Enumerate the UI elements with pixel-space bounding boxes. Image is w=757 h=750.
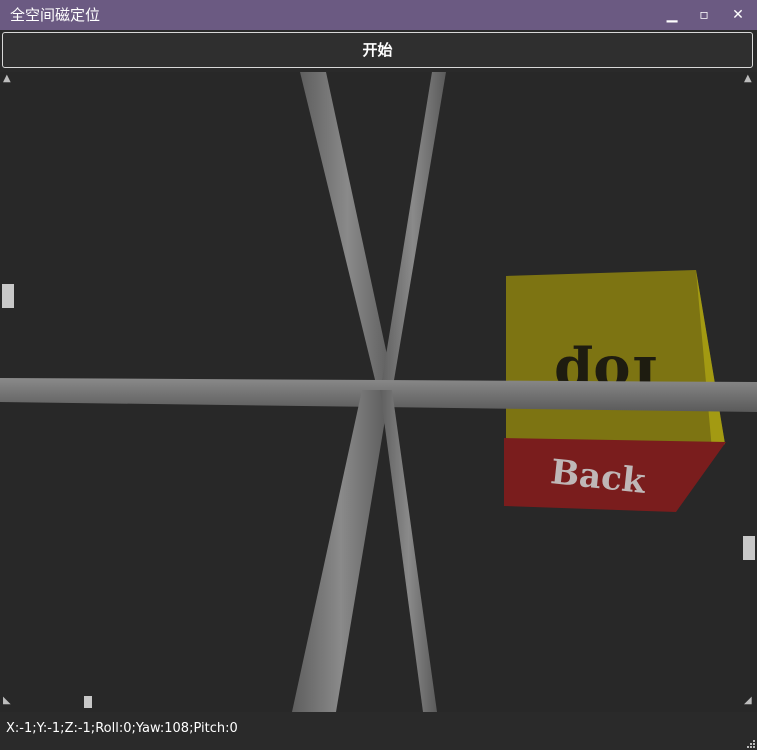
scroll-up-arrow-left[interactable]: ▲ — [3, 74, 11, 84]
axis-rod-diagonal-left — [300, 72, 395, 392]
start-button[interactable]: 开始 — [2, 32, 753, 68]
title-bar: 全空间磁定位 ▁ ▫ ✕ — [0, 0, 757, 30]
close-icon[interactable]: ✕ — [728, 5, 748, 25]
axis-rod-lower-right — [380, 390, 437, 712]
minimize-icon[interactable]: ▁ — [662, 5, 682, 25]
3d-viewport[interactable]: Top Back ▲ ▲ ◣ ◢ — [0, 72, 757, 712]
axis-rod-diagonal-right — [380, 72, 446, 392]
scene-canvas: Top Back — [0, 72, 757, 712]
scrollbar-thumb-left[interactable] — [2, 284, 14, 308]
window-title: 全空间磁定位 — [10, 6, 101, 24]
scroll-down-arrow-right[interactable]: ◢ — [744, 696, 752, 706]
axis-rod-lower-left — [292, 390, 390, 712]
scrollbar-thumb-right[interactable] — [743, 536, 755, 560]
pose-status: X:-1;Y:-1;Z:-1;Roll:0;Yaw:108;Pitch:0 — [6, 721, 238, 736]
resize-grip-icon[interactable] — [745, 738, 755, 748]
scroll-up-arrow-right[interactable]: ▲ — [744, 74, 752, 84]
scrollbar-thumb-bottom[interactable] — [84, 696, 92, 708]
scroll-down-arrow-left[interactable]: ◣ — [3, 696, 11, 706]
maximize-icon[interactable]: ▫ — [694, 5, 714, 25]
